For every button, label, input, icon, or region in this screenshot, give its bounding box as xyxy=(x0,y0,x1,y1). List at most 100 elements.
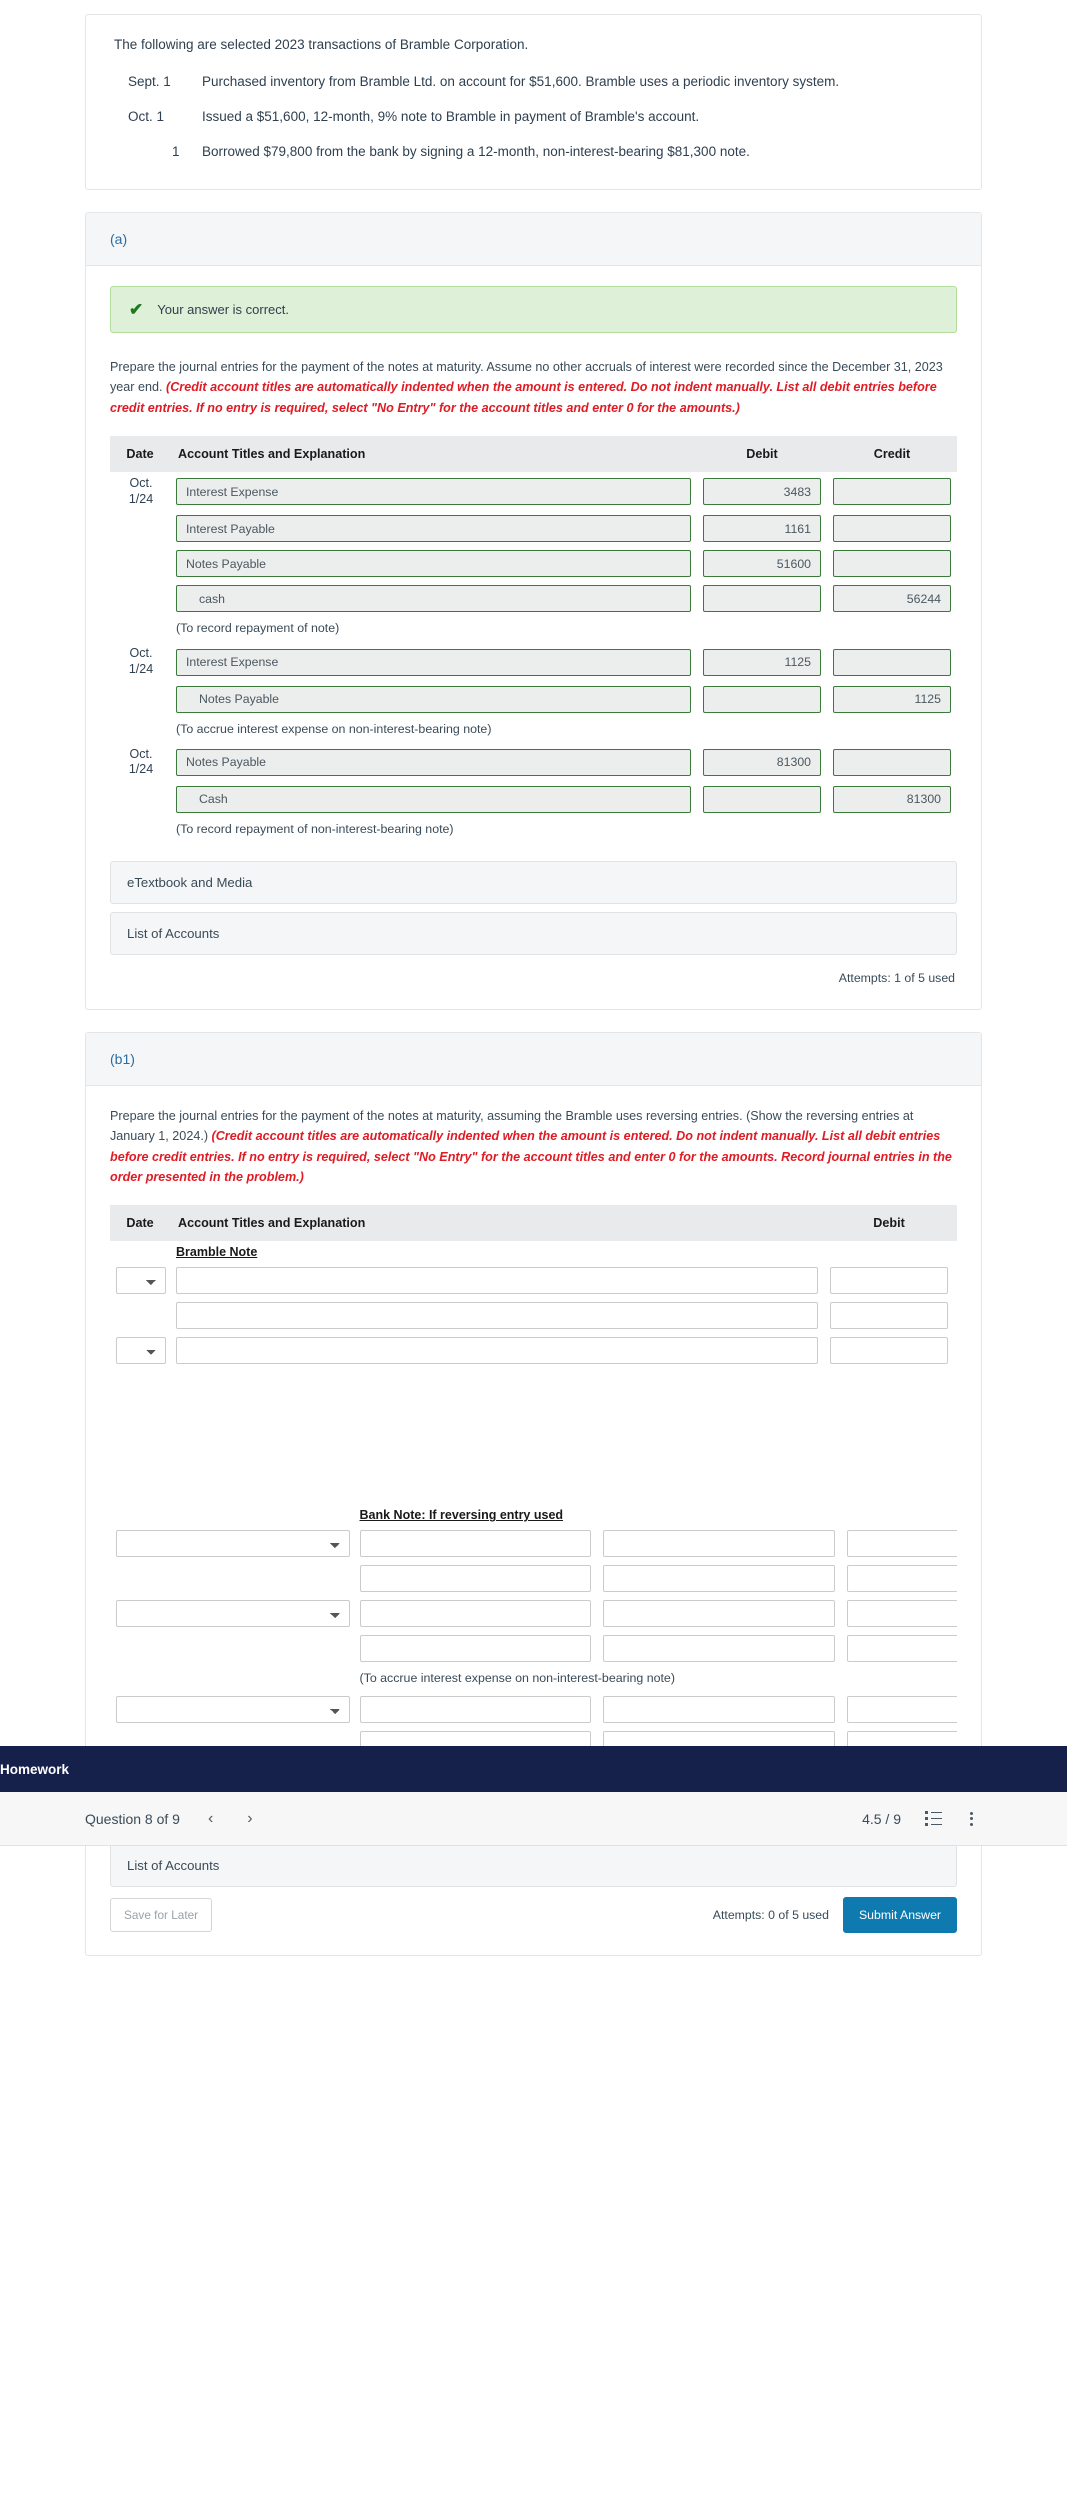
credit-amount-input[interactable] xyxy=(846,1565,957,1593)
debit-amount-input[interactable] xyxy=(830,1337,949,1365)
journal-date-cell xyxy=(110,1298,170,1333)
journal-account-cell xyxy=(170,472,697,511)
credit-amount-input[interactable] xyxy=(846,1635,957,1663)
credit-amount-input[interactable] xyxy=(833,515,951,543)
journal-entry-row xyxy=(110,1561,957,1596)
credit-amount-input[interactable] xyxy=(833,648,951,676)
credit-amount-input[interactable] xyxy=(833,478,951,506)
account-title-input[interactable] xyxy=(176,550,691,578)
journal-debit-cell xyxy=(697,581,827,616)
journal-credit-cell xyxy=(841,1526,957,1561)
journal-entry-row xyxy=(110,1263,957,1298)
intro-lead-text: The following are selected 2023 transact… xyxy=(114,37,529,52)
transaction-date: Sept. 1 xyxy=(128,74,171,89)
debit-amount-input[interactable] xyxy=(703,685,821,713)
journal-credit-cell xyxy=(827,743,957,782)
next-question-button[interactable]: › xyxy=(241,1808,258,1830)
debit-amount-input[interactable] xyxy=(703,515,821,543)
transaction-row: 1 Borrowed $79,800 from the bank by signi… xyxy=(114,144,953,159)
account-title-input[interactable] xyxy=(176,1302,819,1330)
credit-amount-input[interactable] xyxy=(846,1696,957,1724)
journal-section-title-row: Bramble Note xyxy=(110,1241,957,1263)
debit-amount-input[interactable] xyxy=(830,1267,949,1295)
etextbook-and-media-button[interactable]: eTextbook and Media xyxy=(110,860,957,904)
list-icon-line-3 xyxy=(925,1823,942,1826)
submit-answer-button[interactable]: Submit Answer xyxy=(842,1897,957,1934)
debit-amount-input[interactable] xyxy=(603,1600,835,1628)
journal-date-cell xyxy=(110,1526,354,1561)
debit-amount-input[interactable] xyxy=(703,550,821,578)
part-a-instruction-red: (Credit account titles are automatically… xyxy=(110,380,937,415)
part-b1-list-of-accounts-button[interactable]: List of Accounts xyxy=(110,1844,957,1888)
journal-entry-row xyxy=(110,1298,957,1333)
credit-amount-input[interactable] xyxy=(833,748,951,776)
journal-debit-cell xyxy=(597,1631,841,1666)
journal-credit-cell xyxy=(827,472,957,511)
journal-debit-cell xyxy=(697,782,827,817)
journal-account-cell xyxy=(354,1561,598,1596)
account-title-input[interactable] xyxy=(176,515,691,543)
journal-account-cell xyxy=(170,1298,824,1333)
debit-amount-input[interactable] xyxy=(603,1696,835,1724)
journal-credit-cell xyxy=(954,1333,957,1368)
journal-date-text: 1/24 xyxy=(128,662,154,677)
journal-date-cell xyxy=(110,1241,170,1263)
journal-account-cell xyxy=(170,782,697,817)
account-title-input[interactable] xyxy=(176,785,691,813)
debit-amount-input[interactable] xyxy=(703,585,821,613)
journal-date-select[interactable] xyxy=(116,1600,350,1628)
previous-question-button[interactable]: ‹ xyxy=(202,1808,219,1830)
account-title-input[interactable] xyxy=(176,748,691,776)
journal-account-cell xyxy=(354,1631,598,1666)
account-title-input[interactable] xyxy=(359,1530,591,1558)
more-options-button[interactable] xyxy=(966,1810,977,1828)
journal-date-select[interactable] xyxy=(116,1530,350,1558)
journal-memo-text: (To record repayment of note) xyxy=(176,621,340,636)
debit-amount-input[interactable] xyxy=(603,1530,835,1558)
journal-entry-row xyxy=(110,682,957,717)
account-title-input[interactable] xyxy=(176,478,691,506)
account-title-input[interactable] xyxy=(176,585,691,613)
journal-account-cell xyxy=(170,511,697,546)
credit-amount-input[interactable] xyxy=(846,1530,957,1558)
debit-amount-input[interactable] xyxy=(703,648,821,676)
journal-entry-row xyxy=(110,581,957,616)
journal-date-select[interactable] xyxy=(116,1267,166,1295)
journal-date-cell xyxy=(110,1596,354,1631)
question-list-button[interactable] xyxy=(921,1809,946,1828)
transaction-description: Borrowed $79,800 from the bank by signin… xyxy=(202,144,750,159)
credit-amount-input[interactable] xyxy=(833,785,951,813)
journal-credit-cell xyxy=(827,511,957,546)
account-title-input[interactable] xyxy=(176,648,691,676)
account-title-input[interactable] xyxy=(176,1337,819,1365)
debit-amount-input[interactable] xyxy=(703,785,821,813)
journal-date-select[interactable] xyxy=(116,1337,166,1365)
answer-correct-text: Your answer is correct. xyxy=(157,302,289,317)
credit-amount-input[interactable] xyxy=(833,585,951,613)
debit-amount-input[interactable] xyxy=(703,478,821,506)
account-title-input[interactable] xyxy=(176,685,691,713)
debit-amount-input[interactable] xyxy=(603,1635,835,1663)
debit-amount-input[interactable] xyxy=(703,748,821,776)
journal-date-select[interactable] xyxy=(116,1696,350,1724)
header-credit: Credit xyxy=(827,436,957,473)
journal-entry-row xyxy=(110,1631,957,1666)
account-title-input[interactable] xyxy=(176,1267,819,1295)
part-a-list-of-accounts-button[interactable]: List of Accounts xyxy=(110,911,957,955)
journal-memo-row: (To accrue interest expense on non-inter… xyxy=(110,1666,957,1692)
transaction-description: Purchased inventory from Bramble Ltd. on… xyxy=(202,74,840,89)
debit-amount-input[interactable] xyxy=(603,1565,835,1593)
part-b1-footer: Save for Later Attempts: 0 of 5 used Sub… xyxy=(110,1897,957,1934)
journal-date-cell: Oct. 1/24 xyxy=(110,472,170,511)
account-title-input[interactable] xyxy=(359,1600,591,1628)
credit-amount-input[interactable] xyxy=(846,1600,957,1628)
journal-date-cell xyxy=(110,817,170,843)
save-for-later-button[interactable]: Save for Later xyxy=(110,1898,213,1933)
credit-amount-input[interactable] xyxy=(833,550,951,578)
transaction-date: Oct. 1 xyxy=(128,109,165,124)
account-title-input[interactable] xyxy=(359,1635,591,1663)
credit-amount-input[interactable] xyxy=(833,685,951,713)
debit-amount-input[interactable] xyxy=(830,1302,949,1330)
account-title-input[interactable] xyxy=(359,1565,591,1593)
account-title-input[interactable] xyxy=(359,1696,591,1724)
